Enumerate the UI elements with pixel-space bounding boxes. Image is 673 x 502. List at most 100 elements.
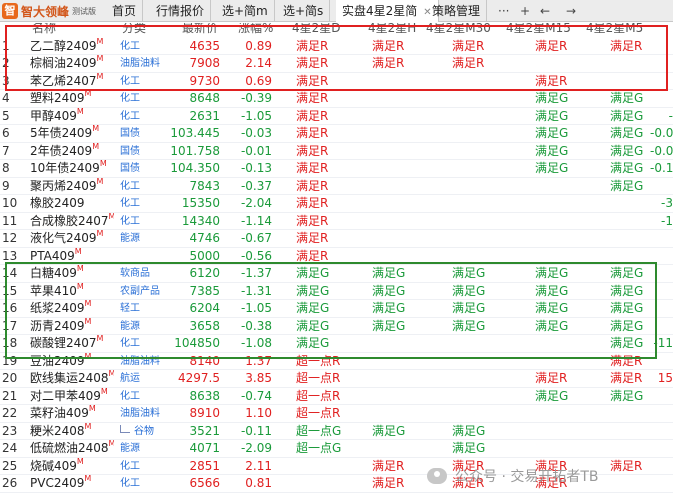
tab-label: 选+简s bbox=[283, 4, 324, 18]
signal-m15: 满足R bbox=[535, 371, 568, 385]
change-percent: -1.05 bbox=[240, 108, 272, 123]
category: 能源 bbox=[120, 440, 168, 457]
signal-h bbox=[372, 125, 422, 142]
table-row[interactable]: 20 欧线集运2408M 航运 4297.5 3.85 超一点R 满足R 满足R 15 bbox=[0, 370, 673, 388]
signal-m30 bbox=[452, 405, 502, 422]
add-tab-icon[interactable]: + bbox=[520, 0, 530, 22]
signal-h bbox=[372, 213, 422, 230]
category-text: 化工 bbox=[120, 93, 140, 104]
contract-name-text: 塑料2409 bbox=[30, 91, 85, 105]
watermark: 公众号 · 交易开拓者TB bbox=[427, 465, 599, 487]
category: 化工 bbox=[120, 458, 168, 475]
row-index: 11 bbox=[2, 213, 18, 228]
category: 化工 bbox=[120, 388, 168, 405]
table-row[interactable]: 12 液化气2409M 能源 4746 -0.67 满足R bbox=[0, 230, 673, 248]
overflow-column: -0.0 bbox=[650, 143, 673, 158]
table-row[interactable]: 4 塑料2409M 化工 8648 -0.39 满足R 满足G 满足G bbox=[0, 90, 673, 108]
change-percent: 2.11 bbox=[245, 458, 272, 473]
last-price: 8910 bbox=[189, 406, 220, 420]
tab-label: 首页 bbox=[112, 4, 137, 18]
back-arrow-icon[interactable]: ← bbox=[540, 0, 550, 22]
contract-name-text: 欧线集运2408 bbox=[30, 371, 109, 385]
category: 化工 bbox=[120, 195, 168, 212]
tab-select-s[interactable]: 选+简s bbox=[277, 0, 331, 22]
contract-name: 菜籽油409M bbox=[30, 405, 114, 422]
change-percent: -0.74 bbox=[240, 388, 272, 403]
watermark-text: 公众号 · 交易开拓者TB bbox=[455, 469, 599, 485]
contract-name: 液化气2409M bbox=[30, 230, 114, 247]
contract-name: 甲醇409M bbox=[30, 108, 114, 125]
signal-h bbox=[372, 160, 422, 177]
logo-sub: 测试版 bbox=[72, 6, 97, 16]
overflow-column bbox=[650, 405, 673, 422]
table-row[interactable]: 8 10年债2409M 国债 104.350 -0.13 满足R 满足G 满足G -0.1 bbox=[0, 160, 673, 178]
last-price: 3521 bbox=[189, 423, 220, 438]
table-row[interactable]: 6 5年债2409M 国债 103.445 -0.03 满足R 满足G 满足G -0.0 bbox=[0, 125, 673, 143]
logo-icon: 智 bbox=[2, 3, 18, 19]
contract-name-text: PTA409 bbox=[30, 248, 75, 263]
main-contract-marker: M bbox=[99, 160, 107, 168]
signal-m15 bbox=[535, 213, 585, 230]
change-percent: -1.14 bbox=[240, 213, 272, 228]
signal-h bbox=[372, 143, 422, 160]
contract-name: 欧线集运2408M bbox=[30, 370, 114, 387]
row-index: 24 bbox=[2, 441, 18, 455]
category: 化工 bbox=[120, 108, 168, 125]
row-index: 12 bbox=[2, 231, 18, 245]
table-row[interactable]: 24 低硫燃油2408M 能源 4071 -2.09 超一点G 满足G bbox=[0, 440, 673, 458]
signal-d: 满足R bbox=[296, 213, 329, 228]
category-text: 能源 bbox=[120, 233, 140, 244]
forward-arrow-icon[interactable]: → bbox=[566, 0, 576, 22]
table-row[interactable]: 21 对二甲苯409M 化工 8638 -0.74 超一点R 满足G 满足G bbox=[0, 387, 673, 405]
last-price: 4071 bbox=[189, 441, 220, 455]
change-percent: -0.03 bbox=[240, 126, 272, 140]
row-index: 4 bbox=[2, 91, 10, 105]
tab-quotes[interactable]: 行情报价 bbox=[150, 0, 212, 22]
signal-m15 bbox=[535, 423, 585, 440]
contract-name: 塑料2409M bbox=[30, 90, 114, 107]
table-row[interactable]: 22 菜籽油409M 油脂油料 8910 1.10 超一点R bbox=[0, 405, 673, 423]
signal-m30 bbox=[452, 370, 502, 387]
signal-m15: 满足G bbox=[535, 143, 569, 158]
overflow-column: -0.0 bbox=[650, 126, 673, 140]
contract-name-text: 粳米2408 bbox=[30, 423, 85, 438]
table-row[interactable]: 7 2年债2409M 国债 101.758 -0.01 满足R 满足G 满足G -0.0 bbox=[0, 142, 673, 160]
tab-select-m[interactable]: 选+简m bbox=[216, 0, 275, 22]
category: 国债 bbox=[120, 160, 168, 177]
signal-m15: 满足G bbox=[535, 91, 569, 105]
category-text: 谷物 bbox=[134, 425, 154, 437]
contract-name: 烧碱409M bbox=[30, 458, 114, 475]
category: 航运 bbox=[120, 370, 168, 387]
table-row[interactable]: 5 甲醇409M 化工 2631 -1.05 满足R 满足G 满足G - bbox=[0, 108, 673, 125]
overflow-column bbox=[650, 440, 673, 457]
tab-live-4star2star[interactable]: 实盘4星2星简 ✕ bbox=[336, 0, 439, 22]
row-index: 25 bbox=[2, 458, 18, 473]
table-row[interactable]: 9 聚丙烯2409M 化工 7843 -0.37 满足R 满足G bbox=[0, 178, 673, 195]
signal-m30 bbox=[452, 90, 502, 107]
tab-strategy[interactable]: 策略管理 bbox=[426, 0, 488, 22]
main-contract-marker: M bbox=[92, 142, 100, 151]
category: 能源 bbox=[120, 230, 168, 247]
signal-m15 bbox=[535, 405, 585, 422]
category: 化工 bbox=[120, 178, 168, 195]
last-price: 14340 bbox=[181, 213, 220, 228]
tab-home[interactable]: 首页 bbox=[106, 0, 144, 22]
main-contract-marker: M bbox=[76, 107, 84, 116]
last-price: 101.758 bbox=[170, 143, 220, 158]
category-text: 国债 bbox=[120, 163, 140, 174]
main-contract-marker: M bbox=[84, 475, 92, 483]
table-row[interactable]: 11 合成橡胶2407M 化工 14340 -1.14 满足R -1 bbox=[0, 213, 673, 230]
main-contract-marker: M bbox=[92, 125, 100, 133]
table-row[interactable]: 23 粳米2408M 谷物 3521 -0.11 超一点G 满足G 满足G bbox=[0, 423, 673, 440]
overflow-column: -1 bbox=[661, 213, 673, 228]
signal-h bbox=[372, 370, 422, 387]
main-contract-marker: M bbox=[100, 387, 108, 396]
signal-d: 满足R bbox=[296, 108, 329, 123]
table-row[interactable]: 10 橡胶2409 化工 15350 -2.04 满足R -3 bbox=[0, 195, 673, 213]
change-percent: -0.67 bbox=[240, 231, 272, 245]
more-icon[interactable]: ··· bbox=[498, 0, 509, 22]
signal-d: 满足R bbox=[296, 143, 329, 158]
signal-d: 超一点R bbox=[296, 371, 341, 385]
signal-d: 满足R bbox=[296, 196, 329, 210]
signal-m15: 满足G bbox=[535, 126, 569, 140]
